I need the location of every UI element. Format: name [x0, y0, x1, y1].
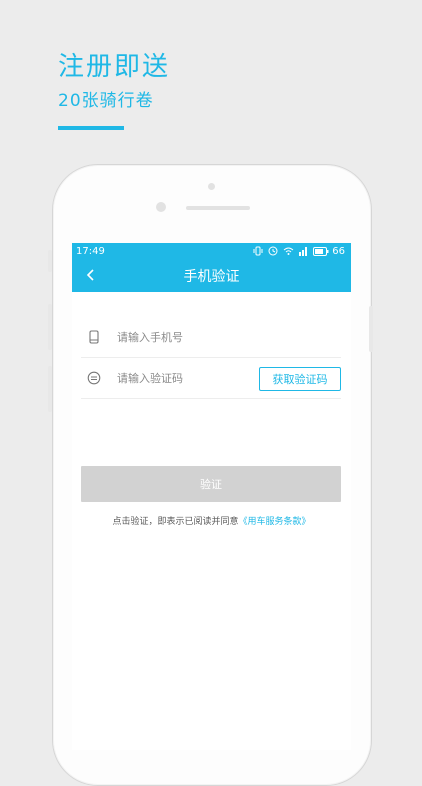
- phone-mute-switch: [48, 250, 52, 272]
- promo-title: 注册即送: [58, 52, 171, 82]
- phone-speaker: [186, 206, 250, 210]
- code-input-row[interactable]: 请输入验证码 获取验证码: [81, 358, 341, 399]
- alarm-icon: [268, 246, 278, 256]
- terms-link[interactable]: 《用车服务条款》: [239, 517, 311, 527]
- page-title: 手机验证: [183, 268, 240, 285]
- status-bar: 17:49 66: [72, 243, 351, 259]
- phone-input[interactable]: 请输入手机号: [117, 329, 183, 345]
- phone-power-button: [369, 306, 373, 352]
- phone-camera: [156, 202, 166, 212]
- phone-volume-up: [48, 304, 52, 350]
- phone-sensor: [208, 183, 215, 190]
- battery-level: 66: [332, 245, 345, 257]
- phone-screen: 17:49 66 手机验证 请输入手机号 请输入验证码 获取验证码 验证 点击验…: [72, 243, 351, 750]
- verify-button[interactable]: 验证: [81, 466, 341, 502]
- message-code-icon: [87, 371, 101, 385]
- agreement-text: 点击验证，即表示已阅读并同意《用车服务条款》: [72, 514, 351, 527]
- code-input[interactable]: 请输入验证码: [117, 370, 183, 386]
- phone-input-row[interactable]: 请输入手机号: [81, 317, 341, 358]
- promo-subtitle: 20张骑行卷: [58, 91, 154, 111]
- phone-volume-down: [48, 366, 52, 412]
- nav-bar: 手机验证: [72, 259, 351, 292]
- mobile-phone-icon: [89, 330, 99, 344]
- vibrate-icon: [253, 246, 263, 256]
- signal-icon: [299, 247, 308, 256]
- back-chevron-icon[interactable]: [84, 268, 98, 282]
- get-code-button[interactable]: 获取验证码: [259, 367, 341, 391]
- agreement-prefix: 点击验证，即表示已阅读并同意: [112, 517, 239, 527]
- wifi-icon: [283, 247, 294, 255]
- battery-icon: [313, 246, 329, 256]
- status-time: 17:49: [76, 245, 105, 257]
- promo-underline: [58, 126, 124, 130]
